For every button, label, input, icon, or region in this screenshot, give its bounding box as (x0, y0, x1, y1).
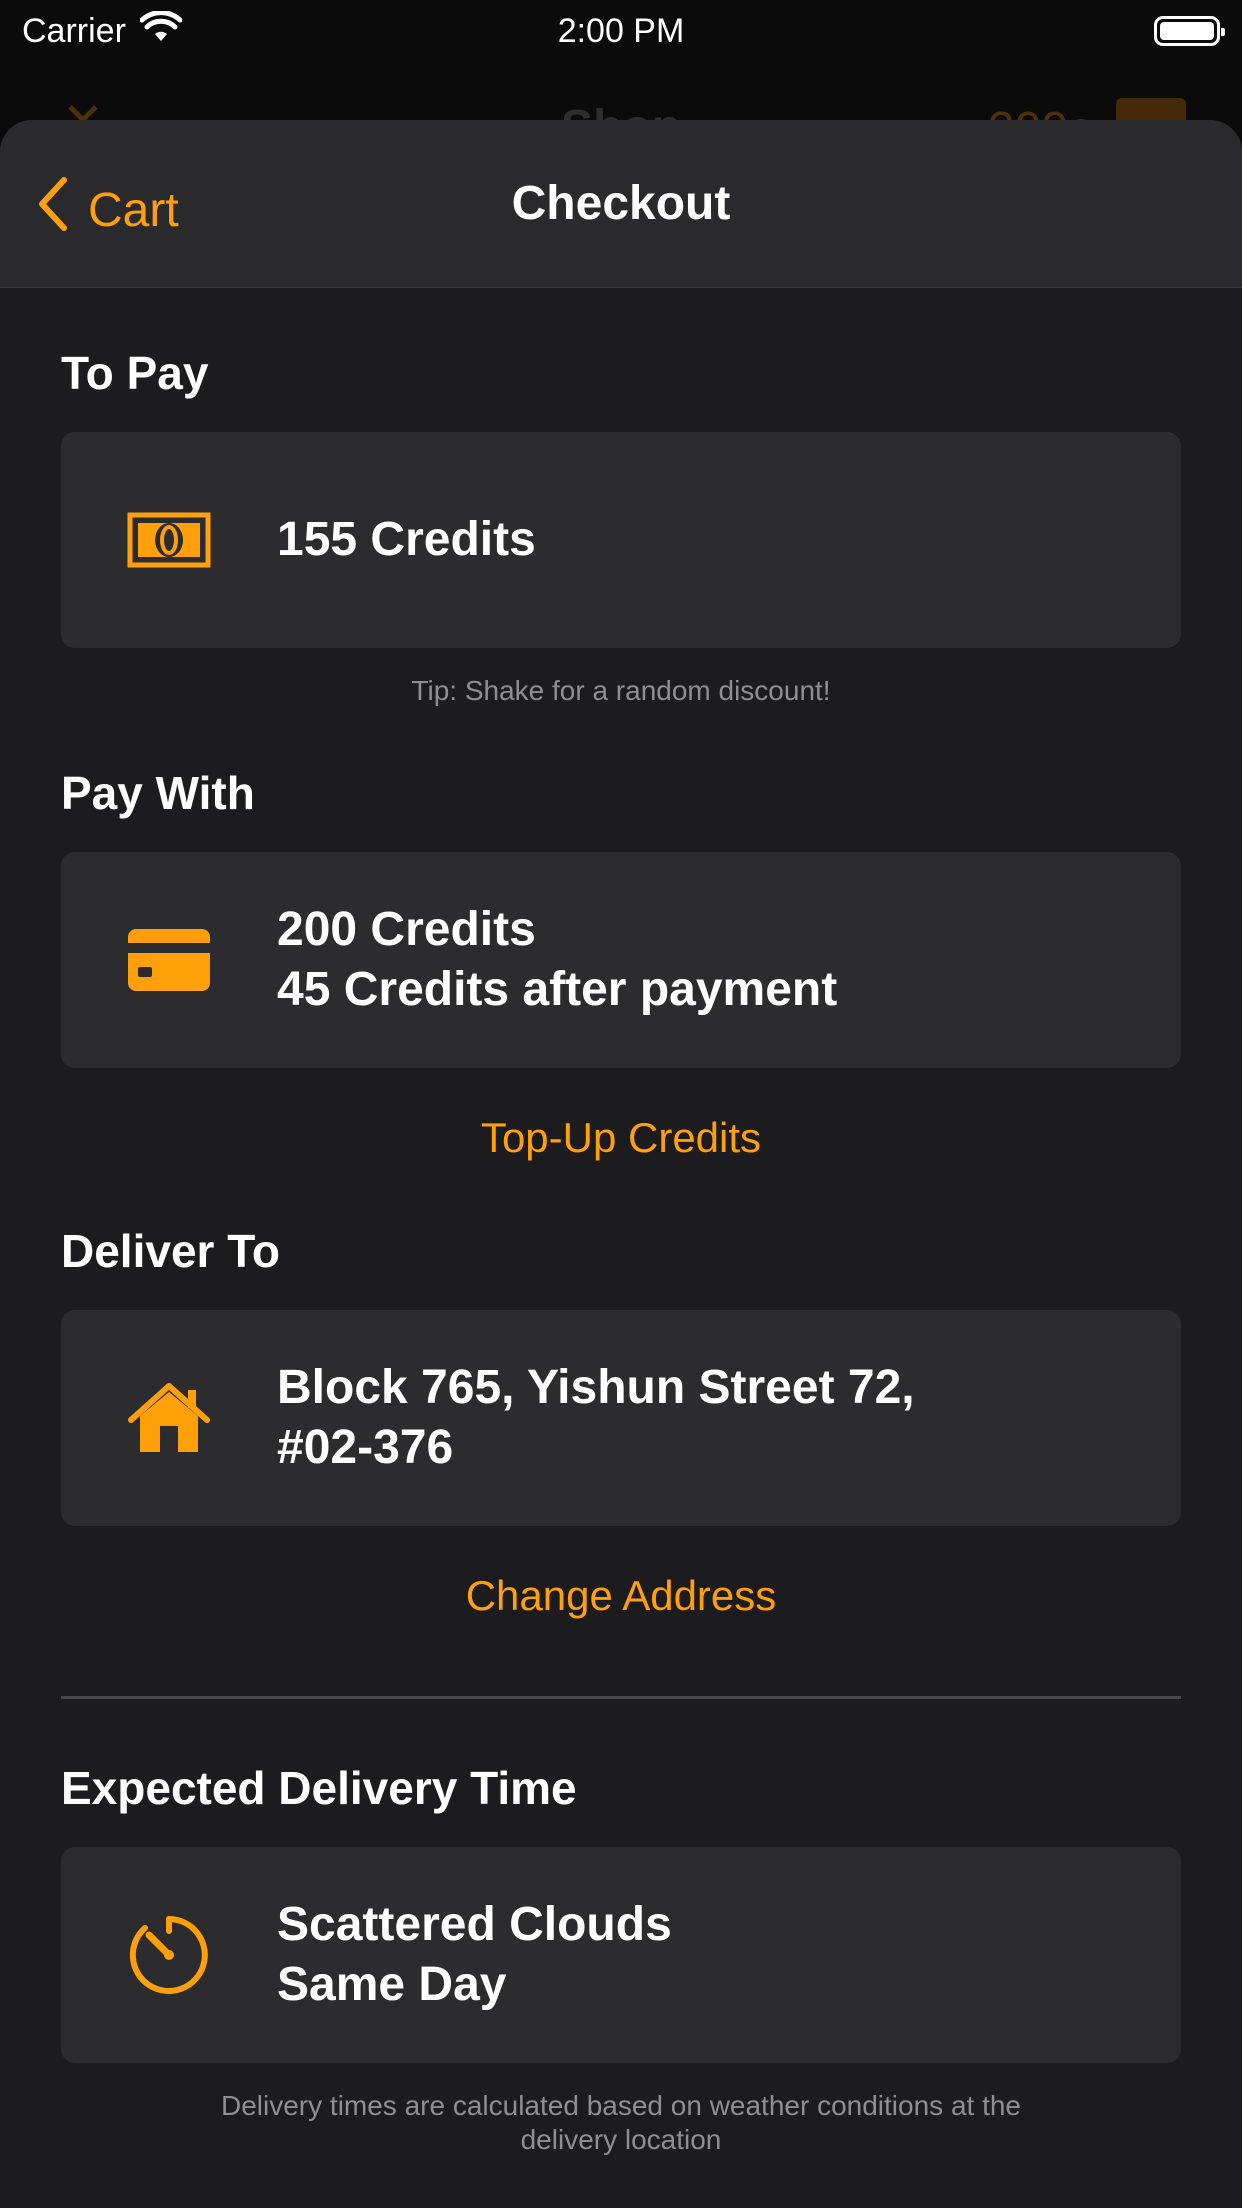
deliver-to-heading: Deliver To (61, 1225, 280, 1277)
checkout-sheet: Cart Checkout To Pay 155 Credits Tip: Sh… (0, 120, 1242, 2208)
checkout-content: To Pay 155 Credits Tip: Shake for a rand… (0, 346, 1242, 2157)
delivery-note-line-1: Delivery times are calculated based on w… (221, 2090, 1021, 2121)
change-address-button[interactable]: Change Address (61, 1572, 1181, 1620)
wifi-icon (139, 9, 183, 52)
balance-after-payment: 45 Credits after payment (277, 963, 838, 1016)
amount-to-pay: 155 Credits (277, 513, 536, 566)
topup-credits-button[interactable]: Top-Up Credits (61, 1114, 1181, 1162)
delivery-address: Block 765, Yishun Street 72, #02-376 (277, 1358, 915, 1478)
weather-condition: Scattered Clouds (277, 1898, 672, 1951)
house-icon (127, 1376, 211, 1460)
delivery-note: Delivery times are calculated based on w… (61, 2089, 1181, 2157)
page-title: Checkout (511, 177, 731, 230)
status-time: 2:00 PM (557, 11, 685, 50)
banknote-icon (127, 498, 211, 582)
delivery-time-heading: Expected Delivery Time (61, 1762, 577, 1814)
status-left: Carrier (22, 9, 183, 52)
to-pay-card: 155 Credits (61, 432, 1181, 648)
address-line-2: #02-376 (277, 1421, 454, 1474)
navigation-bar: Cart Checkout (0, 120, 1242, 288)
delivery-note-line-2: delivery location (520, 2124, 722, 2155)
credit-card-icon (127, 918, 211, 1002)
pay-with-card: 200 Credits 45 Credits after payment (61, 852, 1181, 1068)
carrier-label: Carrier (22, 11, 126, 50)
address-line-1: Block 765, Yishun Street 72, (277, 1361, 915, 1414)
to-pay-heading: To Pay (61, 347, 209, 399)
shake-tip: Tip: Shake for a random discount! (411, 675, 831, 706)
delivery-time-card: Scattered Clouds Same Day (61, 1847, 1181, 2063)
section-divider (61, 1696, 1181, 1699)
delivery-estimate: Scattered Clouds Same Day (277, 1895, 672, 2015)
delivery-estimate-value: Same Day (277, 1958, 507, 2011)
battery-icon (1154, 16, 1225, 46)
status-bar: Carrier 2:00 PM (0, 0, 1242, 62)
timer-icon (127, 1913, 211, 1997)
payment-balance: 200 Credits 45 Credits after payment (277, 900, 837, 1020)
balance-credits: 200 Credits (277, 903, 536, 956)
deliver-to-card: Block 765, Yishun Street 72, #02-376 (61, 1310, 1181, 1526)
pay-with-heading: Pay With (61, 767, 255, 819)
